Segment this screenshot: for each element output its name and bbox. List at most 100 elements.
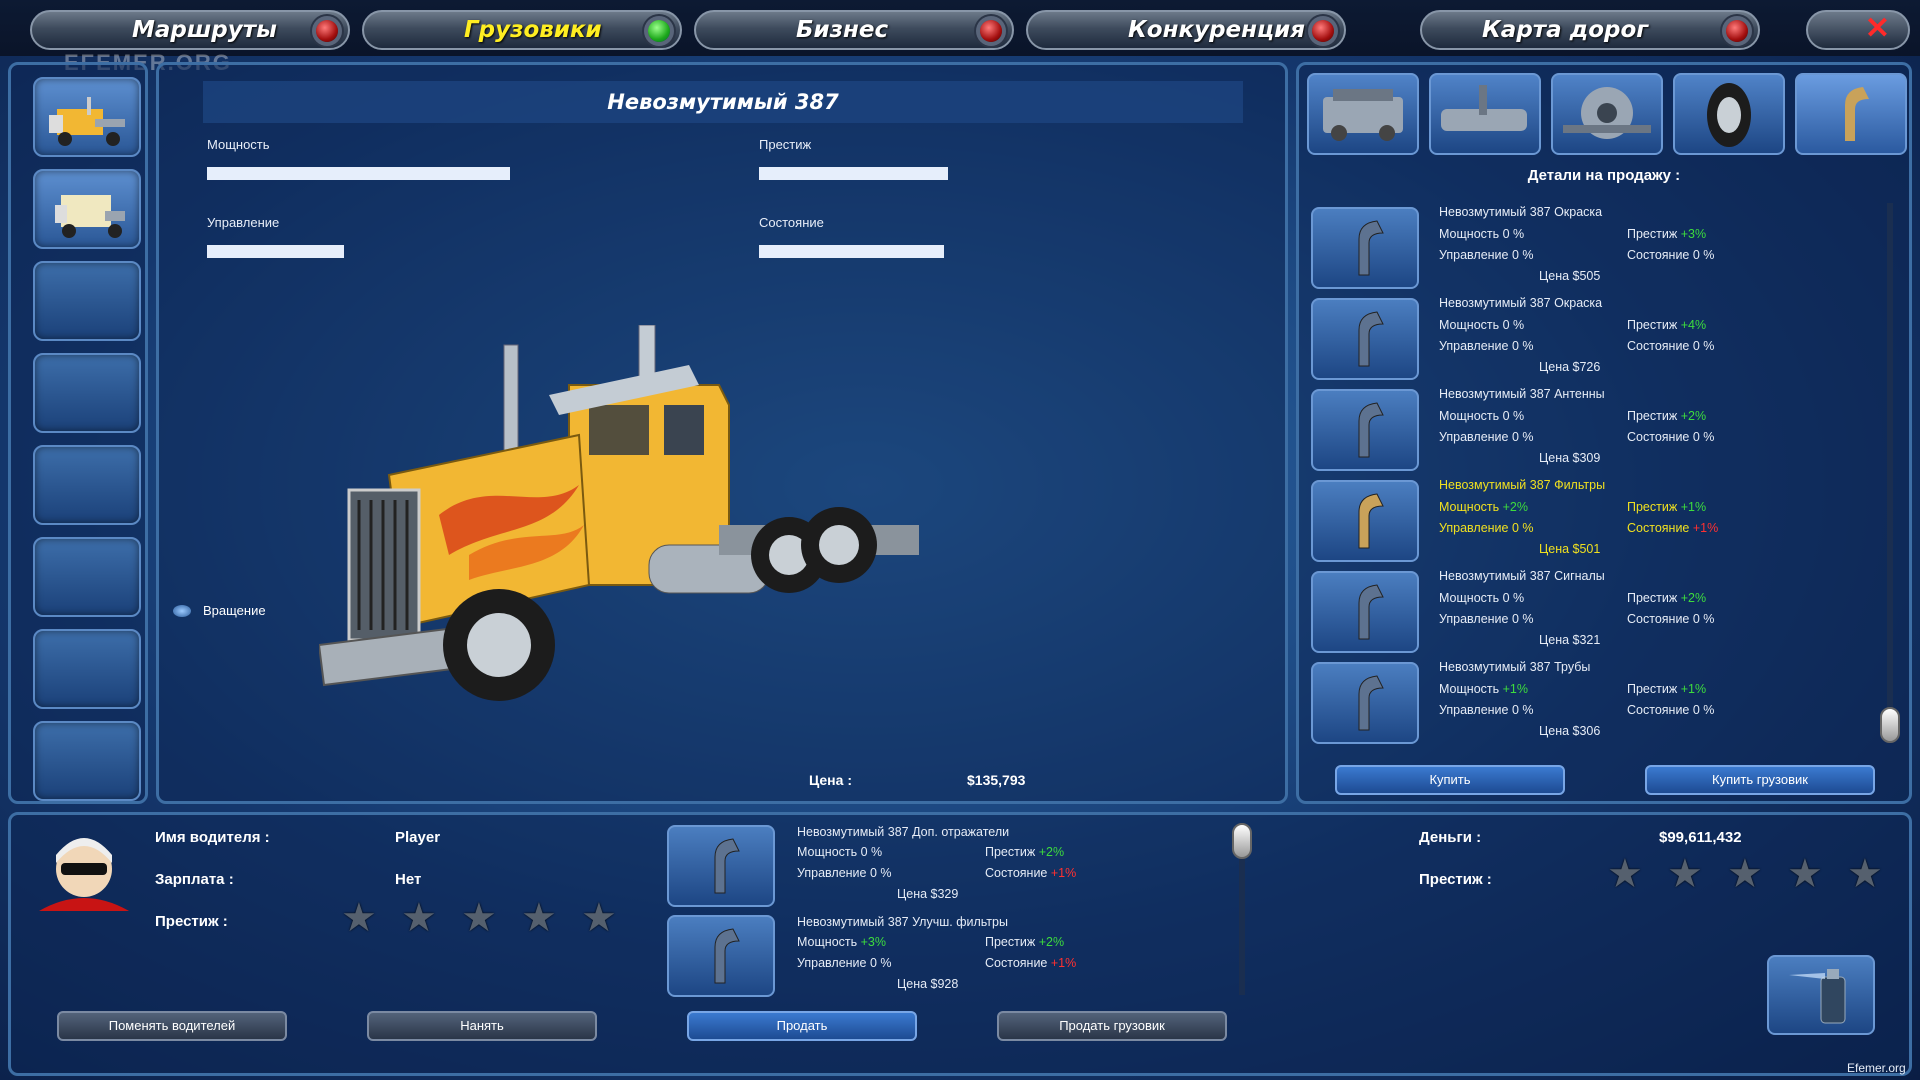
category-accessories[interactable] (1795, 73, 1907, 155)
sell-truck-button[interactable]: Продать грузовик (997, 1011, 1227, 1041)
exhaust-pipe-icon (1311, 298, 1419, 380)
sell-button[interactable]: Продать (687, 1011, 917, 1041)
driver-avatar (39, 838, 129, 911)
tire-icon (1707, 83, 1751, 147)
empty-truck-slot[interactable] (33, 537, 141, 617)
part-prestige-label: Престиж (985, 845, 1036, 859)
star-icon: ★ (521, 896, 557, 940)
owned-truck-slot[interactable] (33, 77, 141, 157)
money-value: $99,611,432 (1659, 829, 1742, 846)
category-suspension[interactable] (1551, 73, 1663, 155)
transmission-icon (1441, 85, 1527, 131)
part-condition-value: 0 % (1692, 612, 1715, 626)
part-power: Мощность 0 % (1439, 409, 1525, 423)
empty-truck-slot[interactable] (33, 721, 141, 801)
condition-label: Состояние (759, 215, 824, 230)
part-prestige: Престиж +1% (1627, 500, 1706, 514)
part-prestige-value: +1% (1680, 500, 1707, 514)
shop-item[interactable]: Невозмутимый 387 Окраска Мощность 0 % Прес… (1299, 294, 1879, 382)
part-condition: Состояние 0 % (1627, 248, 1714, 262)
owned-truck-slot[interactable] (33, 169, 141, 249)
empty-truck-slot[interactable] (33, 261, 141, 341)
category-transmission[interactable] (1429, 73, 1541, 155)
part-prestige-label: Престиж (1627, 409, 1678, 423)
part-condition-value: 0 % (1692, 248, 1715, 262)
hire-button[interactable]: Нанять (367, 1011, 597, 1041)
star-icon: ★ (1607, 852, 1643, 896)
part-handling: Управление 0 % (1439, 430, 1534, 444)
part-prestige-value: +2% (1038, 845, 1065, 859)
shop-scrollbar[interactable] (1887, 203, 1893, 743)
category-tires[interactable] (1673, 73, 1785, 155)
rotate-toggle-icon[interactable] (173, 605, 191, 617)
shop-item[interactable]: Невозмутимый 387 Сигналы Мощность 0 % Прес… (1299, 567, 1879, 655)
star-icon: ★ (1787, 852, 1823, 896)
part-name: Невозмутимый 387 Доп. отражатели (797, 825, 1009, 839)
part-condition: Состояние +1% (985, 866, 1076, 880)
part-name: Невозмутимый 387 Окраска (1439, 296, 1603, 310)
part-condition: Состояние 0 % (1627, 612, 1714, 626)
part-price: Цена $505 (1539, 269, 1601, 283)
part-prestige-label: Престиж (1627, 500, 1678, 514)
handling-label: Управление (207, 215, 280, 230)
power-bar (207, 167, 577, 180)
truck-view-panel: Невозмутимый 387 Мощность Престиж Управл… (156, 62, 1288, 804)
part-name: Невозмутимый 387 Окраска (1439, 205, 1603, 219)
part-condition: Состояние 0 % (1627, 339, 1714, 353)
shop-item[interactable]: Невозмутимый 387 Фильтры Мощность +2% Прес… (1299, 476, 1879, 564)
part-prestige: Престиж +4% (1627, 318, 1706, 332)
price-label: Цена : (809, 772, 852, 788)
part-condition: Состояние 0 % (1627, 703, 1714, 717)
part-condition-label: Состояние (985, 866, 1048, 880)
shop-item[interactable]: Невозмутимый 387 Антенны Мощность 0 % Прес… (1299, 385, 1879, 473)
installed-part-item[interactable]: Невозмутимый 387 Улучш. фильтры Мощность … (667, 913, 1227, 999)
installed-part-item[interactable]: Невозмутимый 387 Доп. отражатели Мощность… (667, 823, 1227, 909)
buy-button[interactable]: Купить (1335, 765, 1565, 795)
truck-3d-model[interactable] (319, 325, 959, 755)
part-prestige-label: Престиж (1627, 591, 1678, 605)
spray-can-icon (1789, 969, 1846, 1024)
part-prestige-label: Престиж (1627, 682, 1678, 696)
power-label: Мощность (207, 137, 270, 152)
tab-competition[interactable]: Конкуренция (1026, 10, 1346, 50)
close-button[interactable]: ✕ (1806, 10, 1910, 50)
part-power-value: +2% (1502, 500, 1528, 514)
tab-routes[interactable]: Маршруты (30, 10, 350, 50)
status-light-icon (1312, 20, 1334, 42)
part-handling-text: Управление 0 % (797, 956, 892, 970)
part-power-value: +3% (860, 935, 886, 949)
part-condition-value: +1% (1050, 866, 1077, 880)
star-icon: ★ (1727, 852, 1763, 896)
shop-item[interactable]: Невозмутимый 387 Трубы Мощность +1% Прести… (1299, 658, 1879, 746)
shop-item[interactable]: Невозмутимый 387 Окраска Мощность 0 % Прес… (1299, 203, 1879, 291)
tab-label: Карта дорог (1482, 17, 1649, 43)
star-icon: ★ (341, 896, 377, 940)
empty-truck-slot[interactable] (33, 353, 141, 433)
tab-business[interactable]: Бизнес (694, 10, 1014, 50)
part-power-label: Мощность (797, 935, 858, 949)
truck-thumbnail-icon (55, 195, 125, 238)
part-name: Невозмутимый 387 Сигналы (1439, 569, 1605, 583)
paint-shop-button[interactable] (1767, 955, 1875, 1035)
part-prestige: Престиж +2% (985, 935, 1064, 949)
tab-road-map[interactable]: Карта дорог (1420, 10, 1760, 50)
part-name: Невозмутимый 387 Антенны (1439, 387, 1605, 401)
shop-scroll-thumb[interactable] (1880, 707, 1900, 743)
tab-trucks[interactable]: Грузовики (362, 10, 682, 50)
prestige-label: Престиж (759, 137, 812, 152)
part-condition-value: 0 % (1692, 703, 1715, 717)
part-condition-label: Состояние (985, 956, 1048, 970)
part-handling: Управление 0 % (1439, 612, 1534, 626)
finance-prestige-label: Престиж : (1419, 871, 1492, 888)
part-condition-value: 0 % (1692, 430, 1715, 444)
part-handling: Управление 0 % (1439, 248, 1534, 262)
star-icon: ★ (581, 896, 617, 940)
change-driver-button[interactable]: Поменять водителей (57, 1011, 287, 1041)
installed-scroll-thumb[interactable] (1232, 823, 1252, 859)
part-condition: Состояние 0 % (1627, 430, 1714, 444)
empty-truck-slot[interactable] (33, 445, 141, 525)
empty-truck-slot[interactable] (33, 629, 141, 709)
buy-truck-button[interactable]: Купить грузовик (1645, 765, 1875, 795)
part-prestige: Престиж +2% (1627, 409, 1706, 423)
category-engine[interactable] (1307, 73, 1419, 155)
